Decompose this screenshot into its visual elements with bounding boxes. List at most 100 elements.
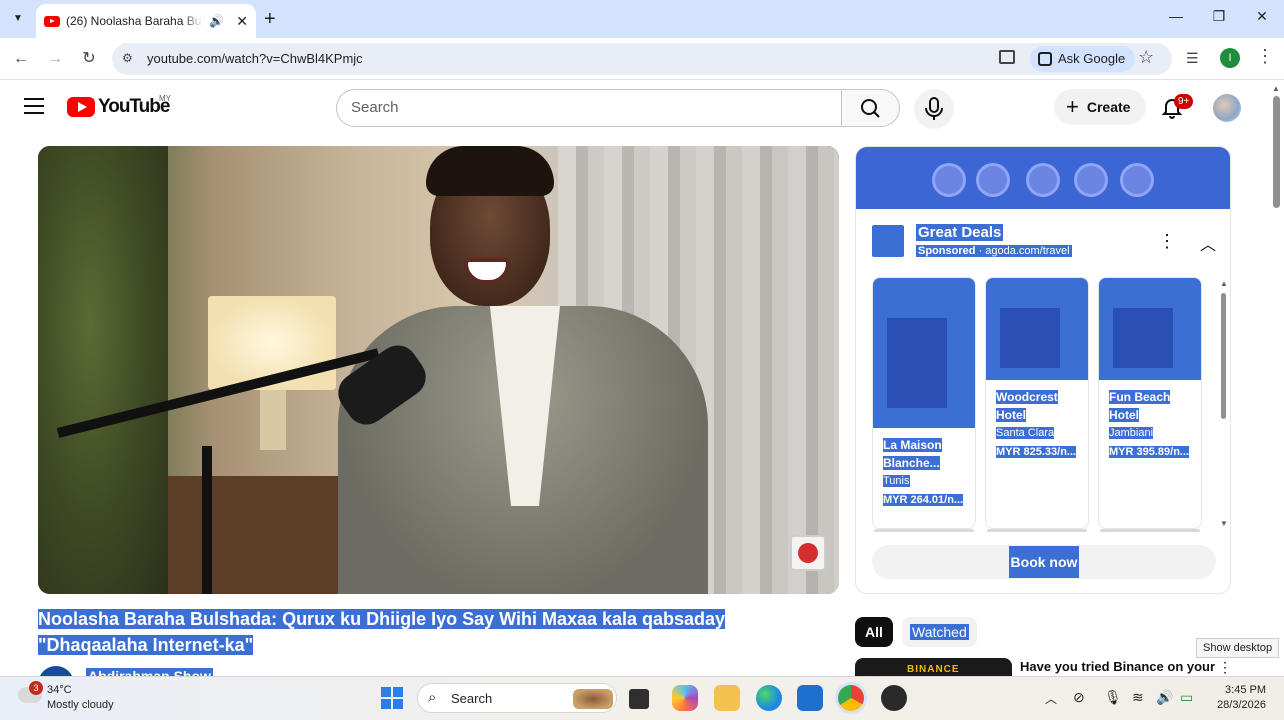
hotel-city-text: Jambiani: [1109, 427, 1154, 439]
ad-more-options-icon[interactable]: ⋮: [1158, 231, 1176, 252]
hotel-card[interactable]: Fun Beach Hotel Jambiani MYR 395.89/n...: [1098, 277, 1202, 529]
search-box[interactable]: [336, 89, 842, 127]
channel-watermark-icon[interactable]: [790, 535, 826, 571]
hotel-card[interactable]: Woodcrest Hotel Santa Clara MYR 825.33/n.…: [985, 277, 1089, 529]
account-avatar[interactable]: [1213, 94, 1241, 122]
install-app-icon[interactable]: [999, 50, 1015, 64]
video-frame-mic-stand: [202, 446, 212, 594]
ad-sponsor-line: Sponsored · agoda.com/travel: [916, 245, 1072, 257]
battery-icon[interactable]: ▭: [1180, 689, 1193, 706]
search-button[interactable]: [841, 89, 900, 127]
hotel-photo: [1099, 278, 1201, 380]
hotel-city: Santa Clara: [996, 427, 1055, 439]
book-now-button[interactable]: Book now: [872, 545, 1216, 579]
hotel-city-text: Tunis: [883, 475, 910, 487]
video-frame-lamp-base: [260, 390, 286, 450]
browser-tab-strip: ▼ (26) Noolasha Baraha Bulshada: Qurux k…: [0, 0, 1284, 38]
guide-menu-icon[interactable]: [24, 98, 44, 114]
ad-collapse-chevron-icon[interactable]: ︿: [1200, 231, 1216, 255]
page-scrollbar-thumb[interactable]: [1273, 96, 1280, 208]
tab-close-icon[interactable]: ✕: [236, 13, 248, 30]
youtube-logo-icon[interactable]: [67, 97, 95, 117]
hotel-price-text: MYR 264.01/n...: [883, 494, 964, 506]
clock-time[interactable]: 3:45 PM: [1222, 684, 1266, 696]
ad-banner-bubble: [932, 163, 966, 197]
windows-start-icon[interactable]: [381, 687, 403, 709]
microsoft-store-icon[interactable]: [797, 685, 823, 711]
create-button[interactable]: + Create: [1054, 89, 1146, 125]
thumbnail-brand-text: BINANCE: [907, 664, 960, 675]
minimize-button[interactable]: —: [1166, 8, 1186, 24]
sponsor-domain[interactable]: agoda.com/travel: [985, 245, 1069, 257]
chip-watched[interactable]: Watched: [902, 617, 977, 647]
weather-condition[interactable]: Mostly cloudy: [47, 699, 114, 711]
restore-button[interactable]: ❐: [1209, 8, 1229, 25]
hotel-city: Tunis: [883, 475, 910, 487]
sponsored-ad-card[interactable]: Great Deals Sponsored · agoda.com/travel…: [855, 146, 1231, 594]
network-status-icon[interactable]: ⊘: [1073, 689, 1085, 706]
search-input[interactable]: [351, 99, 831, 116]
hotel-name-line: Fun Beach: [1109, 390, 1171, 404]
wifi-icon[interactable]: ≋: [1132, 689, 1144, 706]
back-button[interactable]: ←: [10, 48, 32, 70]
ad-title[interactable]: Great Deals: [916, 224, 1004, 241]
clock-date[interactable]: 28/3/2026: [1214, 699, 1266, 711]
hotel-card[interactable]: La Maison Blanche... Tunis MYR 264.01/n..…: [872, 277, 976, 529]
voice-search-button[interactable]: [914, 89, 954, 129]
browser-tab-active[interactable]: (26) Noolasha Baraha Bulshada: Qurux ku …: [36, 4, 256, 38]
create-label: Create: [1086, 99, 1131, 115]
hotel-city: Jambiani: [1109, 427, 1154, 439]
taskbar-search-box[interactable]: ⌕ Search: [417, 683, 617, 713]
microphone-tray-icon[interactable]: 🎙: [1104, 689, 1122, 706]
page-scroll-up-icon[interactable]: ▲: [1272, 84, 1280, 93]
ad-scroll-down-icon[interactable]: ▼: [1220, 519, 1228, 528]
video-player[interactable]: [38, 146, 839, 594]
close-window-button[interactable]: ✕: [1252, 8, 1272, 25]
video-title-text: Noolasha Baraha Bulshada: Qurux ku Dhiig…: [38, 609, 726, 655]
reload-button[interactable]: ↻: [78, 48, 100, 70]
hotel-name-line: La Maison: [883, 438, 942, 452]
ad-scroll-up-icon[interactable]: ▲: [1220, 279, 1228, 288]
recommended-more-options-icon[interactable]: ⋮: [1218, 659, 1232, 676]
video-frame-plant: [38, 146, 168, 594]
ask-google-button[interactable]: Ask Google: [1030, 46, 1136, 72]
book-now-label: Book now: [1008, 546, 1080, 578]
new-tab-button[interactable]: +: [264, 8, 276, 31]
ad-banner[interactable]: [856, 147, 1230, 209]
hotel-name: Woodcrest Hotel: [996, 388, 1058, 424]
forward-button[interactable]: →: [44, 48, 66, 70]
recommended-video-title[interactable]: Have you tried Binance on your: [1020, 659, 1215, 674]
site-info-icon[interactable]: ⚙: [122, 51, 133, 65]
ad-banner-bubble: [1074, 163, 1108, 197]
microphone-icon: [925, 97, 943, 120]
reading-list-icon[interactable]: ☰: [1186, 50, 1199, 67]
tab-search-button[interactable]: ▼: [6, 6, 30, 30]
windows-taskbar: 3 34°C Mostly cloudy ⌕ Search ︿ ⊘ 🎙 ≋ 🔊 …: [0, 676, 1284, 720]
hotel-photo: [986, 278, 1088, 380]
url-text[interactable]: youtube.com/watch?v=ChwBl4KPmjc: [147, 51, 363, 66]
weather-temperature[interactable]: 34°C: [47, 684, 72, 696]
browser-menu-icon[interactable]: ⋮: [1256, 46, 1274, 67]
tray-overflow-chevron-icon[interactable]: ︿: [1045, 690, 1057, 707]
tab-audio-icon[interactable]: 🔊: [209, 14, 224, 28]
hotel-building-shape: [1000, 308, 1060, 368]
ad-scrollbar-thumb[interactable]: [1221, 293, 1226, 419]
app-icon[interactable]: [881, 685, 907, 711]
hotel-city-text: Santa Clara: [996, 427, 1055, 439]
chrome-icon[interactable]: [838, 685, 864, 711]
file-explorer-icon[interactable]: [714, 685, 740, 711]
chip-watched-label: Watched: [910, 624, 969, 640]
copilot-icon[interactable]: [672, 685, 698, 711]
recommended-video-thumbnail[interactable]: BINANCE: [855, 658, 1012, 678]
tab-title: (26) Noolasha Baraha Bulshada: Qurux ku …: [66, 14, 203, 28]
weather-notification-badge: 3: [29, 681, 43, 695]
ad-advertiser-logo[interactable]: [872, 225, 904, 257]
task-view-icon[interactable]: [629, 689, 649, 709]
volume-icon[interactable]: 🔊: [1156, 689, 1173, 706]
carousel-underbar: [987, 529, 1087, 532]
bookmark-star-icon[interactable]: ☆: [1138, 47, 1154, 68]
edge-browser-icon[interactable]: [756, 685, 782, 711]
profile-avatar[interactable]: I: [1220, 48, 1240, 68]
chip-all[interactable]: All: [855, 617, 893, 647]
address-bar[interactable]: ⚙ youtube.com/watch?v=ChwBl4KPmjc Ask Go…: [112, 43, 1172, 75]
